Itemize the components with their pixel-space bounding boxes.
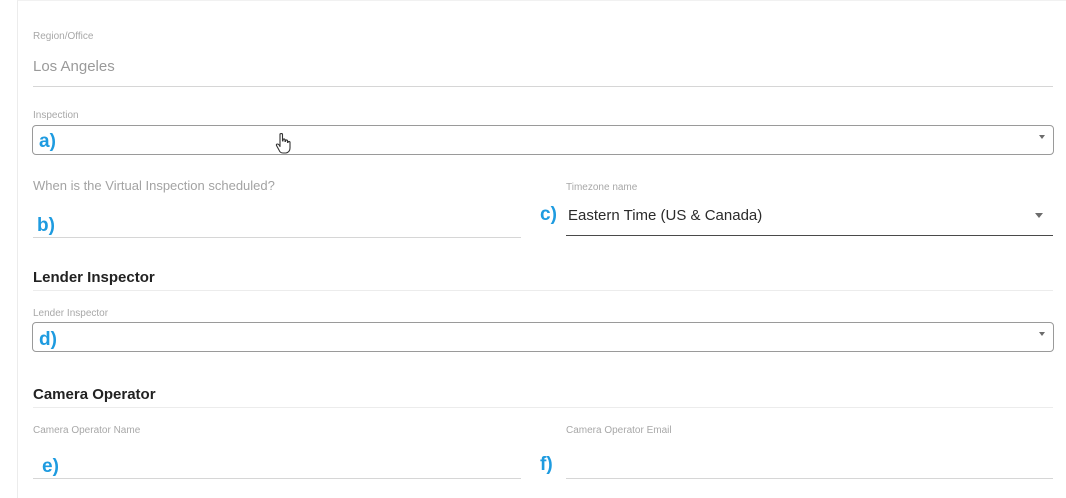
chevron-down-icon <box>1039 135 1045 139</box>
lender-select[interactable] <box>32 322 1054 352</box>
camera-name-label: Camera Operator Name <box>33 425 141 436</box>
timezone-value: Eastern Time (US & Canada) <box>568 207 763 224</box>
inspection-label: Inspection <box>33 110 79 121</box>
hand-pointer-cursor-icon <box>275 133 291 154</box>
form-panel <box>17 0 1066 498</box>
camera-email-label: Camera Operator Email <box>566 425 672 436</box>
region-underline <box>33 86 1053 87</box>
annotation-d: d) <box>39 329 57 350</box>
schedule-question: When is the Virtual Inspection scheduled… <box>33 178 275 193</box>
chevron-down-icon <box>1039 332 1045 336</box>
timezone-chevron-down-icon <box>1035 213 1043 218</box>
timezone-select[interactable] <box>566 235 1053 236</box>
camera-section-heading: Camera Operator <box>33 386 156 403</box>
annotation-e: e) <box>42 456 59 477</box>
schedule-input[interactable] <box>33 237 521 238</box>
inspection-select[interactable] <box>32 125 1054 155</box>
lender-label: Lender Inspector <box>33 308 109 319</box>
lender-section-divider <box>33 290 1053 291</box>
camera-name-input[interactable] <box>33 478 521 479</box>
annotation-f: f) <box>540 454 553 475</box>
camera-section-divider <box>33 407 1053 408</box>
annotation-b: b) <box>37 215 55 236</box>
timezone-label: Timezone name <box>566 182 638 193</box>
camera-email-input[interactable] <box>566 478 1053 479</box>
lender-section-heading: Lender Inspector <box>33 269 155 286</box>
region-label: Region/Office <box>33 31 94 42</box>
annotation-a: a) <box>39 131 56 152</box>
region-value: Los Angeles <box>33 58 115 75</box>
annotation-c: c) <box>540 204 557 225</box>
